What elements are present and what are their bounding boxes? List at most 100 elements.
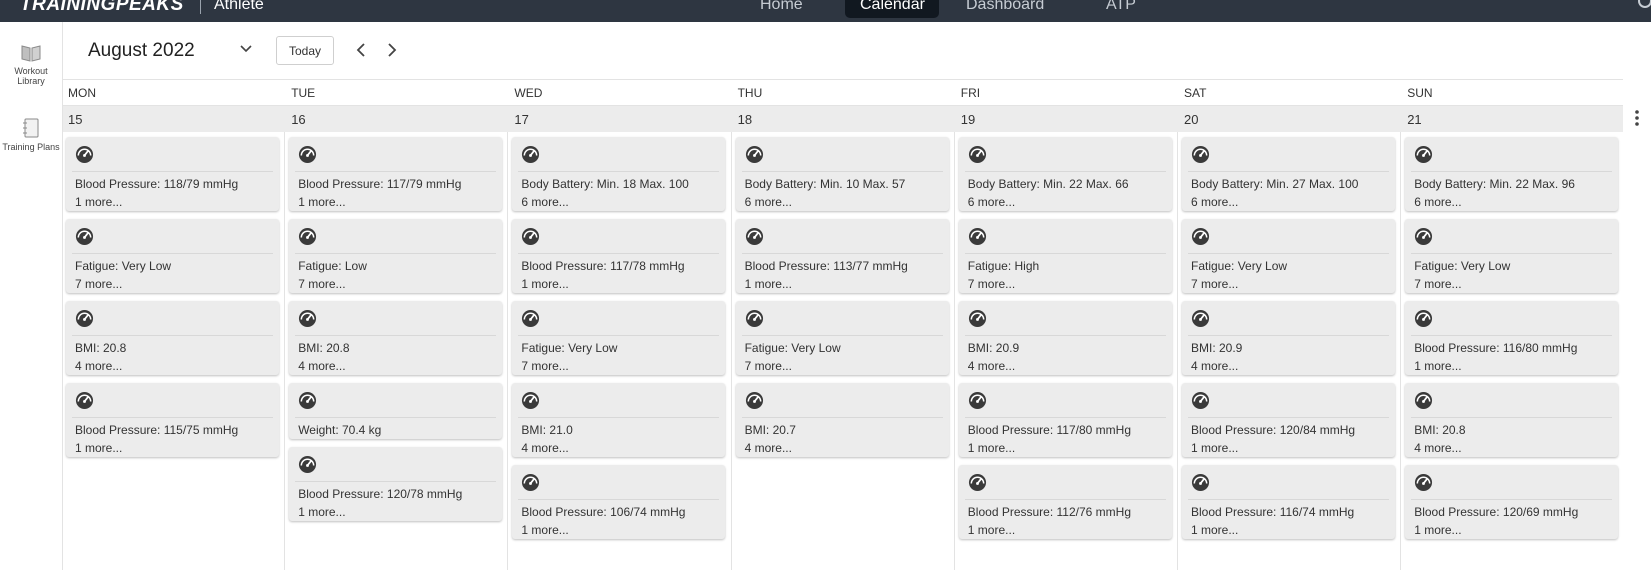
more-link[interactable]: 7 more... [745,359,792,373]
today-button[interactable]: Today [276,36,334,65]
more-link[interactable]: 4 more... [298,359,345,373]
more-link[interactable]: 1 more... [745,277,792,291]
date-number[interactable]: 19 [961,112,975,127]
metric-card[interactable]: BMI: 20.7 4 more... [735,383,949,457]
more-link[interactable]: 7 more... [521,359,568,373]
metric-card[interactable]: Fatigue: Very Low 7 more... [66,219,279,293]
metric-card[interactable]: Blood Pressure: 116/74 mmHg 1 more... [1182,465,1395,539]
metric-card[interactable]: Weight: 70.4 kg [289,383,503,439]
more-link[interactable]: 1 more... [298,195,345,209]
more-link[interactable]: 4 more... [521,441,568,455]
metric-card[interactable]: Blood Pressure: 117/78 mmHg 1 more... [512,219,726,293]
metric-title: Blood Pressure: 117/79 mmHg [298,177,462,191]
more-link[interactable]: 1 more... [521,277,568,291]
metric-card[interactable]: Body Battery: Min. 10 Max. 57 6 more... [735,137,949,211]
metric-card[interactable]: Fatigue: Very Low 7 more... [735,301,949,375]
nav-home[interactable]: Home [760,0,803,14]
chevron-down-icon[interactable] [240,44,252,54]
metric-card[interactable]: BMI: 21.0 4 more... [512,383,726,457]
metric-card[interactable]: Blood Pressure: 112/76 mmHg 1 more... [958,465,1172,539]
metric-card[interactable]: Blood Pressure: 120/84 mmHg 1 more... [1182,383,1395,457]
more-link[interactable]: 1 more... [298,505,345,519]
workout-library-label: Workout Library [14,66,48,86]
metric-card[interactable]: Blood Pressure: 117/80 mmHg 1 more... [958,383,1172,457]
more-link[interactable]: 1 more... [1191,523,1238,537]
date-number[interactable]: 20 [1184,112,1198,127]
date-number[interactable]: 18 [738,112,752,127]
metric-card[interactable]: BMI: 20.9 4 more... [1182,301,1395,375]
more-link[interactable]: 1 more... [1414,359,1461,373]
metric-card[interactable]: Body Battery: Min. 27 Max. 100 6 more... [1182,137,1395,211]
metric-card[interactable]: Fatigue: High 7 more... [958,219,1172,293]
next-week-button[interactable] [385,42,399,58]
training-plans-button[interactable]: Training Plans [0,118,62,152]
day-header-tue: TUE [291,86,316,100]
gauge-icon [1415,227,1433,246]
month-title[interactable]: August 2022 [88,40,195,62]
day-header-sat: SAT [1184,86,1207,100]
gauge-icon [745,309,763,328]
metric-card[interactable]: Fatigue: Very Low 7 more... [1182,219,1395,293]
more-link[interactable]: 1 more... [521,523,568,537]
more-link[interactable]: 6 more... [968,195,1015,209]
more-link[interactable]: 1 more... [1191,441,1238,455]
card-divider [518,417,720,418]
more-link[interactable]: 1 more... [968,441,1015,455]
more-link[interactable]: 6 more... [745,195,792,209]
previous-week-button[interactable] [354,42,368,58]
metric-title: BMI: 20.8 [298,341,350,355]
more-link[interactable]: 7 more... [1191,277,1238,291]
nav-calendar[interactable]: Calendar [845,0,939,18]
metric-title: Blood Pressure: 117/78 mmHg [521,259,685,273]
metric-title: Blood Pressure: 120/78 mmHg [298,487,463,501]
more-link[interactable]: 6 more... [521,195,568,209]
more-link[interactable]: 6 more... [1191,195,1238,209]
date-number[interactable]: 15 [68,112,82,127]
more-link[interactable]: 4 more... [75,359,122,373]
more-link[interactable]: 1 more... [75,441,122,455]
metric-card[interactable]: Blood Pressure: 113/77 mmHg 1 more... [735,219,949,293]
day-header-sun: SUN [1407,86,1433,100]
metric-card[interactable]: Body Battery: Min. 18 Max. 100 6 more... [512,137,726,211]
metric-card[interactable]: Blood Pressure: 118/79 mmHg 1 more... [66,137,279,211]
more-link[interactable]: 4 more... [968,359,1015,373]
metric-card[interactable]: BMI: 20.9 4 more... [958,301,1172,375]
more-link[interactable]: 1 more... [1414,523,1461,537]
card-divider [295,253,497,254]
metric-card[interactable]: Blood Pressure: 117/79 mmHg 1 more... [289,137,503,211]
metric-card[interactable]: BMI: 20.8 4 more... [66,301,279,375]
metric-card[interactable]: Fatigue: Very Low 7 more... [512,301,726,375]
metric-card[interactable]: Blood Pressure: 115/75 mmHg 1 more... [66,383,279,457]
gauge-icon [968,473,986,492]
metric-card[interactable]: BMI: 20.8 4 more... [289,301,503,375]
workout-library-button[interactable]: Workout Library [0,44,62,86]
more-link[interactable]: 7 more... [75,277,122,291]
metric-card[interactable]: Body Battery: Min. 22 Max. 66 6 more... [958,137,1172,211]
metric-card[interactable]: Fatigue: Low 7 more... [289,219,503,293]
nav-atp[interactable]: ATP [1106,0,1136,14]
logo[interactable]: TRAININGPEAKS [20,0,184,16]
date-number[interactable]: 17 [514,112,528,127]
card-divider [72,335,273,336]
more-link[interactable]: 1 more... [75,195,122,209]
date-number[interactable]: 21 [1407,112,1421,127]
user-avatar[interactable] [1638,0,1651,8]
more-link[interactable]: 6 more... [1414,195,1461,209]
metric-card[interactable]: BMI: 20.8 4 more... [1405,383,1619,457]
more-link[interactable]: 7 more... [1414,277,1461,291]
more-link[interactable]: 1 more... [968,523,1015,537]
metric-card[interactable]: Fatigue: Very Low 7 more... [1405,219,1619,293]
more-link[interactable]: 4 more... [1191,359,1238,373]
metric-card[interactable]: Blood Pressure: 120/78 mmHg 1 more... [289,447,503,521]
more-link[interactable]: 4 more... [745,441,792,455]
more-link[interactable]: 7 more... [968,277,1015,291]
date-number[interactable]: 16 [291,112,305,127]
more-link[interactable]: 7 more... [298,277,345,291]
metric-card[interactable]: Blood Pressure: 116/80 mmHg 1 more... [1405,301,1619,375]
metric-card[interactable]: Blood Pressure: 106/74 mmHg 1 more... [512,465,726,539]
metric-card[interactable]: Body Battery: Min. 22 Max. 96 6 more... [1405,137,1619,211]
metric-card[interactable]: Blood Pressure: 120/69 mmHg 1 more... [1405,465,1619,539]
more-options-icon[interactable] [1634,110,1640,126]
more-link[interactable]: 4 more... [1414,441,1461,455]
nav-dashboard[interactable]: Dashboard [966,0,1044,14]
